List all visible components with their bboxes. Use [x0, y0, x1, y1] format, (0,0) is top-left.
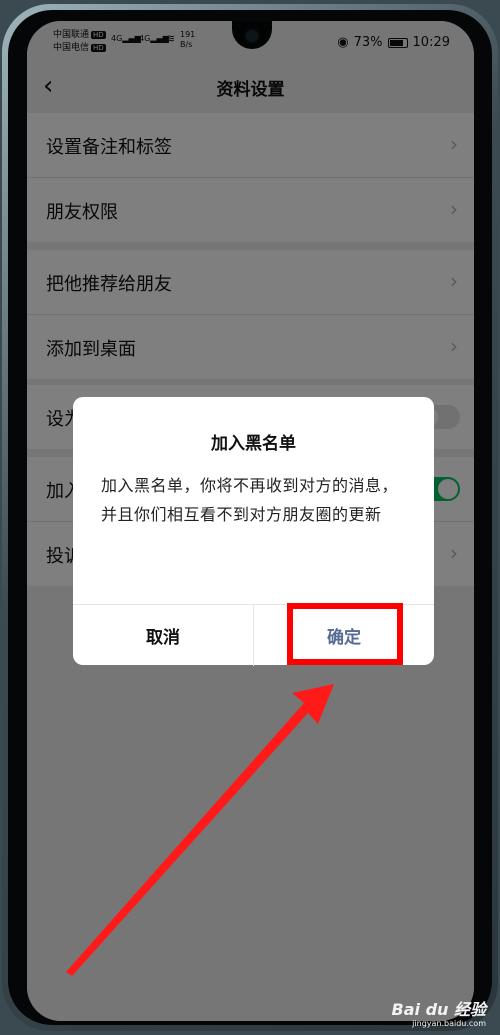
annotation-arrow — [66, 684, 334, 976]
watermark: Bai du 经验 jingyan.baidu.com — [392, 1001, 486, 1029]
red-arrow-shape — [66, 684, 334, 976]
watermark-url: jingyan.baidu.com — [412, 1019, 486, 1028]
watermark-logo: Bai du 经验 — [391, 1000, 486, 1019]
